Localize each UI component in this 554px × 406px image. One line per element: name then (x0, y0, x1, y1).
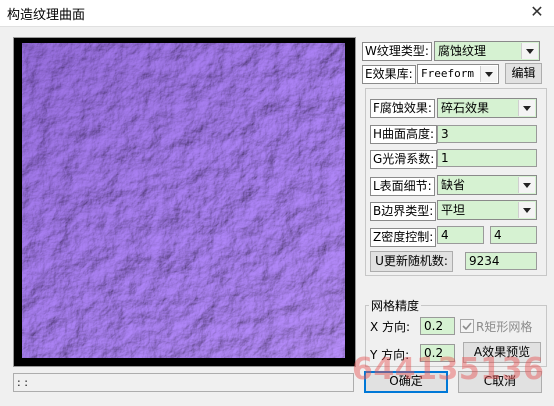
chevron-down-icon[interactable] (518, 100, 535, 116)
cancel-button[interactable]: C取消 (458, 371, 542, 393)
texture-type-label: W纹理类型: (362, 42, 432, 61)
texture-preview (22, 43, 345, 358)
chevron-down-icon[interactable] (518, 177, 535, 193)
dialog-window: 构造纹理曲面 ✕ W纹理类型: 腐蚀纹理 E效果库: Freeform 编辑 F… (0, 0, 554, 406)
random-seed-input[interactable]: 9234 (465, 252, 537, 270)
effect-library-value: Freeform (421, 67, 474, 80)
window-title: 构造纹理曲面 (7, 8, 86, 23)
surface-detail-select[interactable]: 缺省 (437, 175, 537, 195)
border-type-label: B边界类型: (370, 202, 437, 221)
chevron-down-icon[interactable] (521, 43, 538, 59)
close-icon[interactable]: ✕ (526, 1, 548, 23)
mesh-precision-title: 网格精度 (369, 297, 422, 314)
density-x-input[interactable]: 4 (437, 226, 484, 244)
y-direction-label: Y 方向: (370, 348, 410, 362)
effect-preview-button[interactable]: A效果预览 (463, 342, 541, 363)
smoothness-input[interactable]: 1 (437, 149, 537, 167)
update-random-button[interactable]: U更新随机数: (370, 251, 453, 272)
texture-image (22, 43, 345, 358)
x-direction-input[interactable]: 0.2 (420, 317, 455, 335)
density-control-label: Z密度控制: (370, 228, 437, 247)
texture-preview-frame (13, 37, 356, 367)
edit-library-button[interactable]: 编辑 (505, 63, 542, 84)
surface-height-label: H曲面高度: (370, 125, 438, 144)
status-bar: : : (13, 373, 354, 392)
title-bar: 构造纹理曲面 ✕ (0, 0, 554, 27)
checkmark-icon (462, 322, 472, 331)
surface-height-input[interactable]: 3 (437, 125, 537, 143)
corrosion-effect-label: F腐蚀效果: (370, 99, 435, 118)
y-direction-input[interactable]: 0.2 (420, 344, 455, 362)
surface-detail-label: L表面细节: (370, 177, 435, 196)
texture-type-value: 腐蚀纹理 (438, 44, 487, 58)
border-type-value: 平坦 (441, 203, 466, 217)
chevron-down-icon[interactable] (480, 66, 497, 82)
surface-detail-value: 缺省 (441, 178, 466, 192)
rect-mesh-label: R矩形网格 (476, 320, 533, 334)
smoothness-label: G光滑系数: (370, 150, 438, 169)
chevron-down-icon[interactable] (518, 202, 535, 218)
x-direction-label: X 方向: (370, 320, 411, 334)
effect-library-select[interactable]: Freeform (417, 64, 499, 84)
texture-type-select[interactable]: 腐蚀纹理 (434, 41, 540, 61)
ok-button[interactable]: O确定 (364, 371, 448, 393)
effect-library-label: E效果库: (362, 65, 416, 84)
rect-mesh-checkbox[interactable] (460, 319, 474, 333)
corrosion-effect-select[interactable]: 碎石效果 (437, 98, 537, 118)
density-y-input[interactable]: 4 (490, 226, 537, 244)
border-type-select[interactable]: 平坦 (437, 200, 537, 220)
corrosion-effect-value: 碎石效果 (441, 101, 490, 115)
